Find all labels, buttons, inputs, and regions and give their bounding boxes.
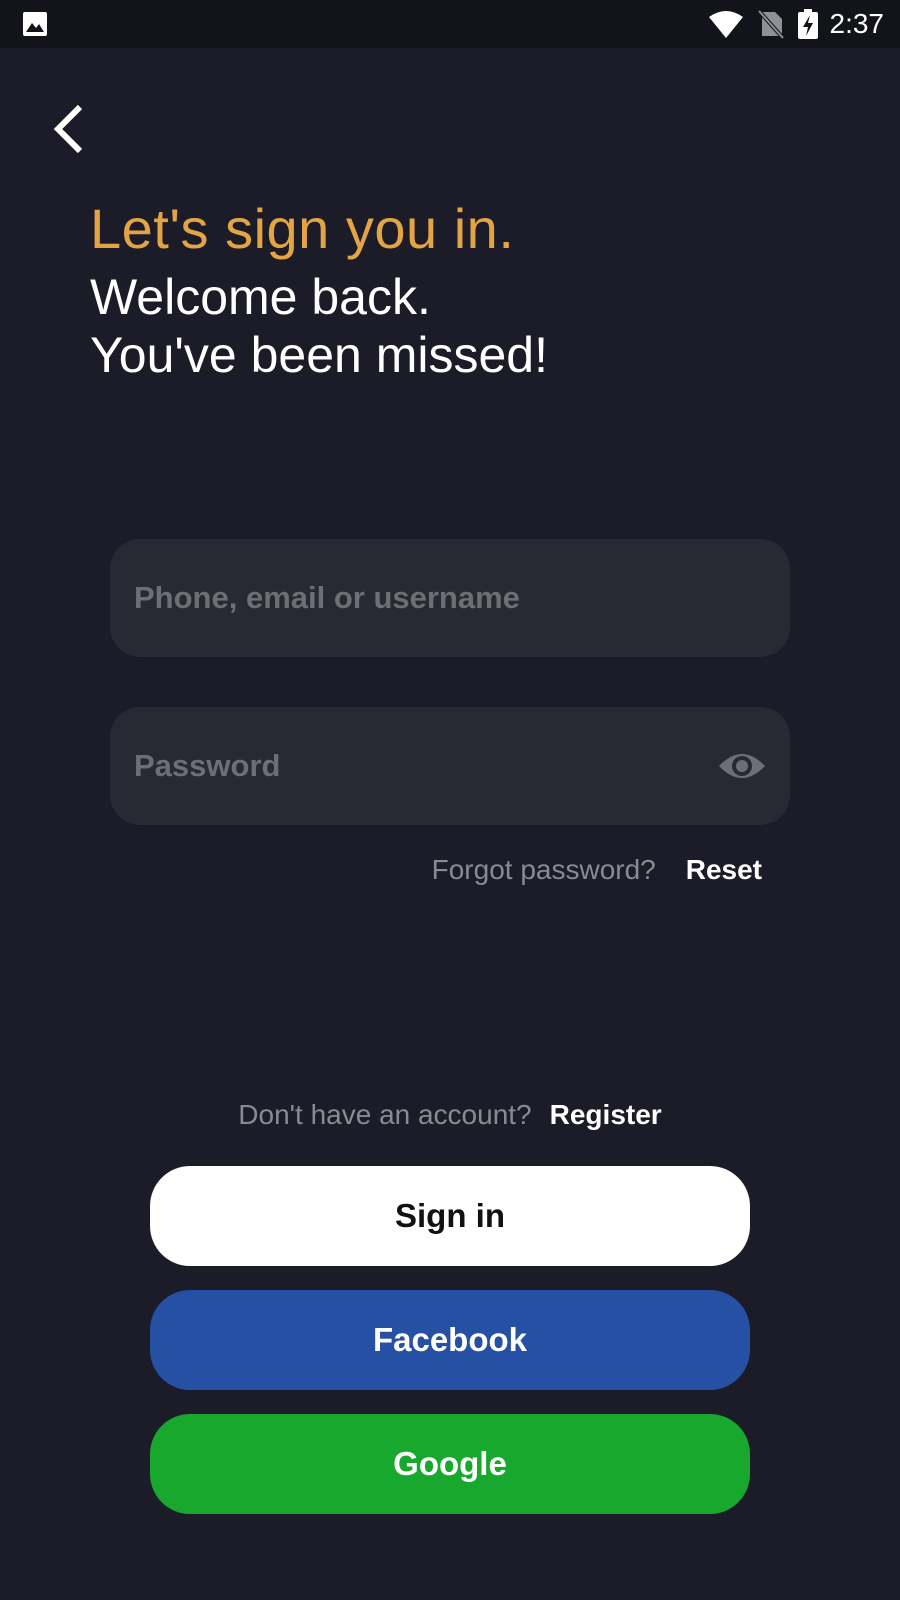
google-login-button[interactable]: Google [150,1414,750,1514]
wifi-icon [708,11,743,38]
chevron-left-icon [53,104,83,154]
forgot-password-text: Forgot password? [431,854,656,885]
welcome-message: Welcome back. You've been missed! [90,268,548,384]
facebook-login-button[interactable]: Facebook [150,1290,750,1390]
welcome-line-2: You've been missed! [90,327,549,383]
status-icons: 2:37 [708,0,885,48]
welcome-line-1: Welcome back. [90,269,431,325]
no-account-text: Don't have an account? [238,1099,532,1130]
password-field-container [110,707,790,825]
back-button[interactable] [40,98,96,160]
status-time: 2:37 [829,8,885,39]
register-link[interactable]: Register [550,1099,662,1131]
status-bar: 2:37 [0,0,900,48]
battery-charging-icon [797,9,818,39]
register-row: Don't have an account? Register [0,1099,900,1131]
no-sim-icon [757,9,784,39]
password-input[interactable] [134,707,674,825]
reset-link[interactable]: Reset [686,854,762,886]
page-title: Let's sign you in. [90,197,515,260]
gallery-icon [23,12,47,36]
forgot-password-row: Forgot password? Reset [432,854,762,886]
sign-in-button[interactable]: Sign in [150,1166,750,1266]
eye-icon[interactable] [718,744,766,788]
username-field-container [110,539,790,657]
username-input[interactable] [134,539,764,657]
